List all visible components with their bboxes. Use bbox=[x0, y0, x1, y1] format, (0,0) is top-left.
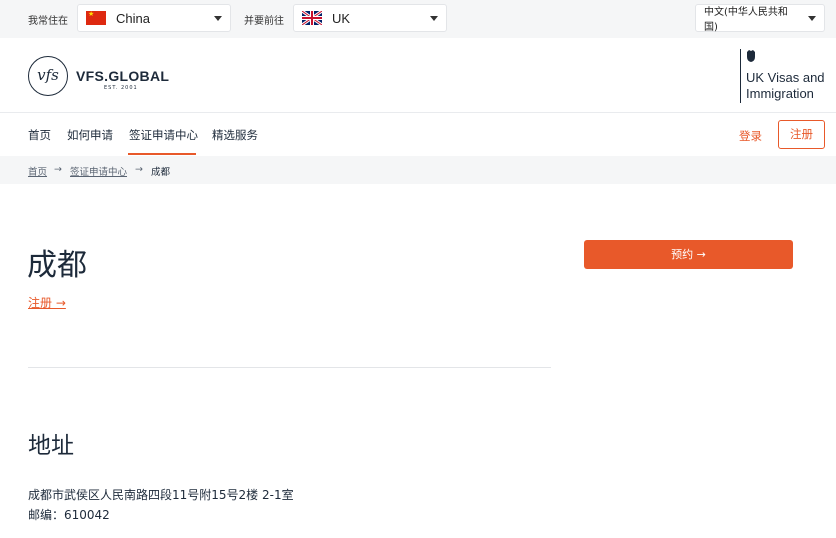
register-button[interactable]: 注册 bbox=[778, 120, 825, 149]
ukvi-text: UK Visas and Immigration bbox=[746, 70, 825, 101]
nav-item-visa-centres[interactable]: 签证申请中心 bbox=[129, 127, 198, 143]
main-nav: 首页 如何申请 签证申请中心 精选服务 登录 注册 bbox=[0, 113, 836, 156]
top-bar: 我常住在 China 并要前往 UK 中文(中华人民共和国) bbox=[0, 0, 836, 38]
page-title: 成都 bbox=[27, 248, 87, 283]
chevron-down-icon bbox=[430, 16, 438, 21]
breadcrumb-visa-centres[interactable]: 签证申请中心 bbox=[70, 164, 127, 178]
residence-country-select[interactable]: China bbox=[77, 4, 231, 32]
nav-item-services[interactable]: 精选服务 bbox=[212, 127, 258, 143]
login-link[interactable]: 登录 bbox=[739, 128, 762, 144]
destination-label: 并要前往 bbox=[244, 16, 284, 27]
divider bbox=[28, 367, 551, 368]
breadcrumb-current: 成都 bbox=[151, 167, 171, 178]
logo-text[interactable]: VFS.GLOBAL bbox=[76, 68, 169, 84]
ukvi-logo: UK Visas and Immigration bbox=[740, 49, 825, 103]
site-header: vfs VFS.GLOBAL EST. 2001 UK Visas and Im… bbox=[0, 38, 836, 113]
language-select[interactable]: 中文(中华人民共和国) bbox=[695, 4, 825, 33]
uk-flag-icon bbox=[302, 11, 322, 25]
breadcrumb-home[interactable]: 首页 bbox=[28, 164, 47, 178]
register-link[interactable]: 注册 → bbox=[28, 294, 66, 311]
chevron-down-icon bbox=[808, 16, 816, 21]
language-value: 中文(中华人民共和国) bbox=[704, 7, 788, 33]
arrow-right-icon: → bbox=[135, 164, 143, 175]
residence-label: 我常住在 bbox=[28, 16, 68, 27]
arrow-right-icon: → bbox=[54, 164, 62, 175]
vfs-logo-icon[interactable]: vfs bbox=[28, 56, 68, 96]
nav-item-how-to-apply[interactable]: 如何申请 bbox=[67, 127, 113, 143]
logo-subtitle: EST. 2001 bbox=[104, 85, 138, 91]
address-heading: 地址 bbox=[28, 433, 74, 459]
chevron-down-icon bbox=[214, 16, 222, 21]
nav-item-home[interactable]: 首页 bbox=[28, 127, 51, 143]
residence-country-value: China bbox=[116, 10, 150, 26]
crest-icon bbox=[747, 50, 755, 62]
active-tab-indicator bbox=[128, 153, 196, 155]
china-flag-icon bbox=[86, 11, 106, 25]
destination-country-select[interactable]: UK bbox=[293, 4, 447, 32]
breadcrumb: 首页 → 签证申请中心 → 成都 bbox=[0, 156, 836, 184]
destination-country-value: UK bbox=[332, 10, 351, 26]
book-appointment-button[interactable]: 预约 → bbox=[584, 240, 793, 269]
address-text: 成都市武侯区人民南路四段11号附15号2楼 2-1室 邮编：610042 bbox=[28, 488, 294, 522]
